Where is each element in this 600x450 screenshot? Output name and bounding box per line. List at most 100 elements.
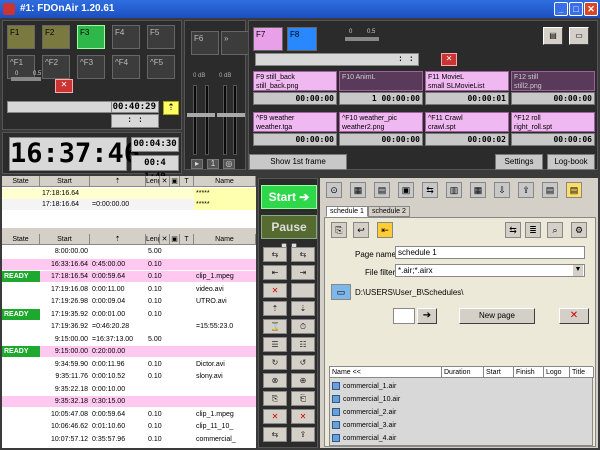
shuffle-icon[interactable]: ⇆ [263,427,287,442]
chevron-down-icon[interactable]: ▼ [573,265,583,276]
redo-icon[interactable]: ↻ [263,355,287,370]
up-arrow-icon[interactable]: ⇡ [163,101,179,115]
notes-icon[interactable]: ▤ [566,182,582,198]
table-row[interactable]: 10:07:57.12 0:35:57.96 0.10 commercial_ [2,433,256,445]
document-icon[interactable]: ▤ [543,27,563,45]
column-header-image-icon[interactable]: ▣ [170,176,180,187]
page-name-input[interactable] [395,246,585,259]
fkey-ctrl-f4[interactable]: ^F4 [112,55,140,79]
fkey-f7[interactable]: F7 [253,27,283,51]
arrow-in-icon[interactable]: ⇤ [263,265,287,280]
search-icon[interactable]: ⌕ [547,222,563,238]
column-header-image-icon[interactable]: ▣ [170,234,180,245]
column-header-clear-icon[interactable]: ✕ [160,234,170,245]
list-item[interactable]: commercial_3.air [332,420,396,431]
copy-icon[interactable]: ⎘ [263,391,287,406]
loop-icon[interactable]: ⇆ [263,247,287,262]
table-row[interactable]: 10:05:47.08 0:00:59.64 0.10 clip_1.mpeg [2,408,256,420]
graphics-volume-slider[interactable] [345,37,379,41]
delete-icon[interactable]: ✕ [559,308,589,324]
volume-slider[interactable] [11,77,41,81]
table-row[interactable]: 9:35:11.76 0:00:10.52 0.10 slony.avi [2,371,256,382]
mixer-btn-1[interactable]: 1 [207,159,219,169]
table-row[interactable]: 17:19:36.92 =0:46:20.28 =15:55:23.0 [2,321,256,332]
file-filter-select[interactable]: *.air;*.airx ▼ [395,264,585,277]
schedule-column-4[interactable]: Logo [544,367,570,378]
fkey-f8[interactable]: F8 [287,27,317,51]
table-row[interactable]: READY 17:19:35.92 0:00:01.00 0.10 [2,308,256,320]
column-header-start[interactable]: Start [40,234,90,245]
doc-icon[interactable]: ▤ [542,182,558,198]
fader-2[interactable] [217,113,245,117]
logbook-button[interactable]: Log-book [547,154,595,170]
new-page-button[interactable]: New page [459,308,535,324]
fader-1[interactable] [187,113,215,117]
mute-icon[interactable]: ✕ [55,79,73,93]
delete-icon[interactable]: ✕ [263,283,287,298]
schedule-column-3[interactable]: Finish [514,367,544,378]
graphics-mute-icon[interactable]: ✕ [441,53,457,66]
mixer-arrow-button[interactable]: » [221,31,249,55]
record-icon[interactable]: ◎ [223,159,235,169]
schedule-column-1[interactable]: Duration [442,367,484,378]
graphics-slot[interactable]: F9 still_back still_back.png [253,71,337,91]
clear-icon[interactable]: ✕ [291,409,315,424]
list-icon[interactable]: ☰ [263,337,287,352]
tools-icon[interactable]: ⚙ [571,222,587,238]
radio-icon[interactable]: ⊙ [326,182,342,198]
column-header-sort-icon[interactable]: ⇡ [90,176,146,187]
color-swatch[interactable] [393,308,415,324]
folder-icon[interactable]: ▭ [569,27,589,45]
column-header-name[interactable]: Name [194,176,256,187]
close-button[interactable]: ✕ [584,2,598,16]
upload-icon[interactable]: ⇪ [518,182,534,198]
cut-icon[interactable]: ✕ [263,409,287,424]
column-header-length[interactable]: Length [146,176,160,187]
column-header-state[interactable]: State [2,234,40,245]
remove-icon[interactable]: ⊗ [263,373,287,388]
table-row[interactable]: 10:06:46.62 0:01:10.60 0.10 clip_11_10_ [2,421,256,432]
fkey-ctrl-f3[interactable]: ^F3 [77,55,105,79]
show-first-frame-button[interactable]: Show 1st frame [249,154,347,170]
folder-browse-icon[interactable]: ▭ [331,284,351,300]
fkey-f5[interactable]: F5 [147,25,175,49]
tab-schedule-2[interactable]: schedule 2 [368,206,410,217]
table-row[interactable]: 17:19:26.98 0:00:09.04 0.10 UTRO.avi [2,296,256,307]
list-item[interactable]: commercial_1.air [332,381,396,392]
page-icon[interactable]: ⎘ [331,222,347,238]
mixer-play-icon[interactable]: ▸ [191,159,203,169]
add-icon[interactable]: ⊕ [291,373,315,388]
fkey-f2[interactable]: F2 [42,25,70,49]
fkey-f4[interactable]: F4 [112,25,140,49]
column-header-text-icon[interactable]: T [180,234,194,245]
columns-icon[interactable]: ▥ [446,182,462,198]
graphics-slot[interactable]: F12 still still2.png [511,71,595,91]
table-row[interactable]: 16:33:16.64 0:45:00.00 0.10 [2,258,256,270]
tab-schedule-1[interactable]: schedule 1 [326,206,368,217]
graphics-slot[interactable]: ^F11 Crawl crawl.spt [425,112,509,132]
blank[interactable] [291,283,315,298]
list-item[interactable]: commercial_4.air [332,433,396,444]
column-header-start[interactable]: Start [40,176,90,187]
list-item[interactable]: commercial_2.air [332,407,396,418]
maximize-button[interactable]: □ [569,2,583,16]
pause-button[interactable]: Pause ❚❚ [261,215,317,256]
column-header-text-icon[interactable]: T [180,176,194,187]
table-row[interactable]: 17:18:16.64 ***** [2,188,256,199]
graphics-slot[interactable]: ^F10 weather_pic weather2.png [339,112,423,132]
fkey-ctrl-f2[interactable]: ^F2 [42,55,70,79]
fkey-ctrl-f5[interactable]: ^F5 [147,55,175,79]
list-icon[interactable]: ≣ [525,222,541,238]
table-row[interactable]: 9:35:22.18 0:00:10.00 [2,383,256,395]
timer-icon[interactable]: ⌛ [263,319,287,334]
graphics-slot[interactable]: ^F9 weather weather.tga [253,112,337,132]
graphics-slot[interactable]: F11 MovieL small SLMovieList [425,71,509,91]
column-header-sort-icon[interactable]: ⇡ [90,234,146,245]
arrow-out-icon[interactable]: ⇥ [291,265,315,280]
download-icon[interactable]: ⇩ [494,182,510,198]
table-row[interactable]: 17:19:16.08 0:00:11.00 0.10 video.avi [2,283,256,295]
table-row[interactable]: 9:34:59.90 0:00:11.96 0.10 Dictor.avi [2,358,256,370]
undo-icon[interactable]: ↺ [291,355,315,370]
list-item[interactable]: commercial_10.air [332,394,400,405]
grid-icon[interactable]: ☷ [291,337,315,352]
